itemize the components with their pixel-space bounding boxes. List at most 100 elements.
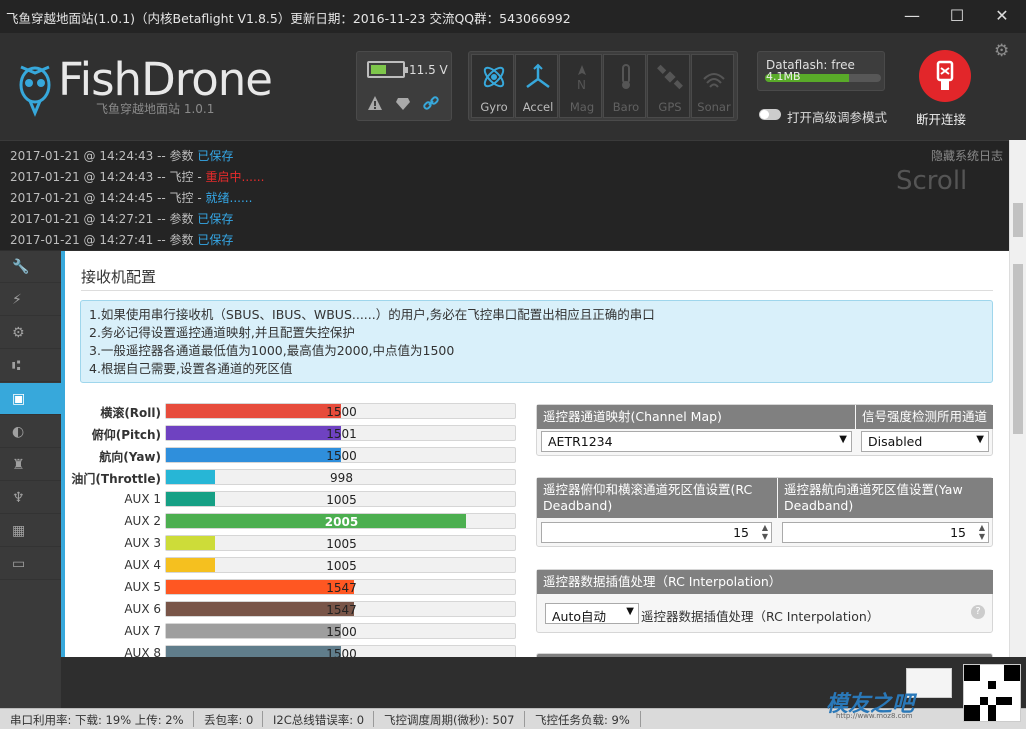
scrollbar-thumb[interactable] [1013, 203, 1023, 237]
warning-icon [367, 95, 383, 111]
battery-panel: 11.5 V [356, 51, 452, 121]
channel-name: AUX 7 [124, 624, 161, 638]
gyro-icon [483, 66, 505, 88]
note-line: 2.务必记得设置遥控通道映射,并且配置失控保护 [89, 325, 355, 340]
chevron-down-icon: ▼ [976, 434, 984, 445]
sensor-panel: Gyro Accel N Mag Baro GPS Sonar [468, 51, 738, 121]
spinner-icon[interactable]: ▲ ▼ [979, 523, 985, 541]
channel-name: AUX 4 [124, 558, 161, 572]
channel-name: 俯仰(Pitch) [91, 428, 161, 442]
channel-map-input[interactable]: AETR1234 ▼ [541, 431, 852, 452]
scrollbar-thumb-main[interactable] [1013, 264, 1023, 434]
log-line: 2017-01-21 @ 14:27:41 -- 参数 已保存 [10, 231, 233, 248]
channel-value: 1500 [326, 625, 357, 639]
battery-voltage: 11.5 V [409, 63, 448, 77]
rssi-header: 信号强度检测所用通道 [856, 405, 993, 429]
channel-track: 1547 [165, 601, 516, 617]
channel-track: 1500 [165, 623, 516, 639]
log-status: 已保存 [197, 233, 234, 247]
page-scrollbar[interactable] [1009, 140, 1026, 657]
rssi-select[interactable]: Disabled ▼ [861, 431, 989, 452]
app-header: FishDrone 飞鱼穿越地面站 1.0.1 11.5 V Gyro Acce… [0, 33, 1026, 140]
help-icon[interactable]: ? [971, 605, 985, 619]
accel-icon [526, 63, 550, 89]
sensor-accel: Accel [515, 54, 558, 118]
channel-map-header: 遥控器通道映射(Channel Map) [537, 405, 855, 429]
sidebar-item-osd[interactable]: ▦ [0, 515, 61, 547]
disconnect-button[interactable] [919, 50, 971, 102]
log-status: 已保存 [197, 212, 234, 226]
log-prefix: -- 飞控 - [153, 191, 206, 205]
channel-row: AUX 4 1005 [65, 557, 525, 574]
sensor-sonar: Sonar [691, 54, 734, 118]
info-note: 1.如果使用串行接收机（SBUS、IBUS、WBUS......）的用户,务必在… [80, 300, 993, 383]
next-panel [536, 653, 993, 657]
link-icon[interactable] [423, 95, 439, 111]
hide-log-link[interactable]: 隐藏系统日志 [931, 147, 1003, 164]
channel-name: AUX 8 [124, 646, 161, 657]
plug-icon: ⚡ [12, 292, 22, 308]
satellite-icon [657, 64, 683, 90]
chevron-down-icon: ▼ [626, 606, 634, 617]
diamond-icon [395, 95, 411, 111]
battery-icon [367, 61, 408, 78]
minimize-button[interactable]: — [900, 4, 924, 28]
channel-name: 横滚(Roll) [100, 406, 161, 420]
sidebar-item-ports[interactable]: ⚡ [0, 284, 61, 316]
channel-row: 横滚(Roll) 1500 [65, 403, 525, 420]
chip-icon: ▦ [12, 523, 26, 539]
log-line: 2017-01-21 @ 14:24:43 -- 参数 已保存 [10, 147, 233, 164]
channel-name: 油门(Throttle) [71, 472, 161, 486]
sidebar-item-configuration[interactable]: ⚙ [0, 317, 61, 349]
sonar-icon [703, 73, 725, 88]
channel-track: 1501 [165, 425, 516, 441]
window-title: 飞鱼穿越地面站(1.0.1)（内核Betaflight V1.8.5）更新日期：… [6, 11, 571, 26]
scroll-toggle[interactable]: Scroll [896, 166, 967, 196]
channel-row: AUX 8 1500 [65, 645, 525, 657]
channel-row: 油门(Throttle) 998 [65, 469, 525, 486]
yaw-deadband-input[interactable]: 15 ▲ ▼ [782, 522, 989, 543]
logo-text: FishDrone [58, 53, 273, 106]
disconnect-label: 断开连接 [916, 112, 967, 127]
chevron-down-icon: ▼ [839, 434, 847, 445]
system-log: 隐藏系统日志 Scroll 2017-01-21 @ 14:24:43 -- 参… [0, 140, 1026, 250]
gear-icon[interactable]: ⚙ [994, 42, 1012, 60]
channel-name: AUX 1 [124, 492, 161, 506]
sidebar-item-motors[interactable]: ♜ [0, 449, 61, 481]
note-line: 4.根据自己需要,设置各通道的死区值 [89, 361, 293, 376]
channel-track: 1005 [165, 491, 516, 507]
channel-value: 1501 [326, 427, 357, 441]
channel-row: AUX 3 1005 [65, 535, 525, 552]
sidebar-item-cli[interactable]: ▭ [0, 548, 61, 580]
channel-value: 1500 [326, 405, 357, 419]
sensor-gyro: Gyro [471, 54, 514, 118]
sidebar-item-receiver[interactable]: ▣ [0, 383, 61, 415]
log-time: 2017-01-21 @ 14:27:21 [10, 212, 154, 226]
svg-text:N: N [577, 78, 586, 91]
interpolation-select[interactable]: Auto自动 ▼ [545, 603, 639, 624]
watermark-url: http://www.moz8.com [836, 712, 913, 720]
log-line: 2017-01-21 @ 14:27:21 -- 参数 已保存 [10, 210, 233, 227]
rc-deadband-input[interactable]: 15 ▲ ▼ [541, 522, 772, 543]
sidebar: 🔧 ⚡ ⚙ ⑆ ▣ ◐ ♜ ♆ ▦ ▭ [0, 251, 61, 708]
interpolation-panel: 遥控器数据插值处理（RC Interpolation） Auto自动 ▼ 遥控器数… [536, 569, 993, 633]
cycle-time: 飞控调度周期(微秒): 507 [384, 713, 515, 727]
sidebar-item-led[interactable]: ♆ [0, 482, 61, 514]
maximize-button[interactable]: ☐ [945, 4, 969, 28]
sensor-label: Accel [522, 100, 554, 114]
interpolation-label: 遥控器数据插值处理（RC Interpolation） [641, 609, 880, 624]
thermometer-icon [622, 64, 630, 89]
toggle-icon: ◐ [12, 424, 25, 440]
sidebar-item-modes[interactable]: ◐ [0, 416, 61, 448]
sidebar-item-pid[interactable]: ⑆ [0, 350, 61, 382]
cog-icon: ⚙ [12, 325, 25, 341]
motor-icon: ♜ [12, 457, 25, 473]
advanced-mode-label: 打开高级调参模式 [787, 110, 888, 125]
close-button[interactable]: ✕ [990, 4, 1014, 28]
channel-row: AUX 2 2005 [65, 513, 525, 530]
advanced-mode-toggle[interactable] [759, 109, 781, 120]
log-line: 2017-01-21 @ 14:24:43 -- 飞控 - 重启中...... [10, 168, 264, 185]
network-icon: ⑆ [12, 358, 21, 374]
spinner-icon[interactable]: ▲ ▼ [762, 523, 768, 541]
sidebar-item-setup[interactable]: 🔧 [0, 251, 61, 283]
